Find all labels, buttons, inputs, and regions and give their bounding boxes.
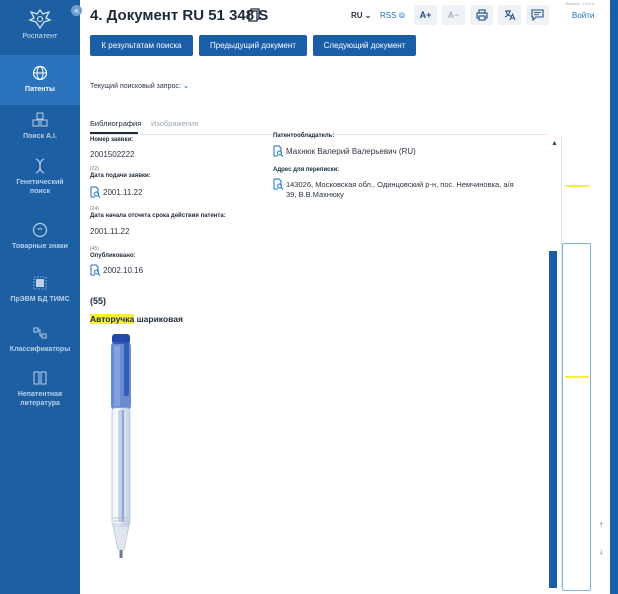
term-start-value: 2001.11.22 bbox=[90, 227, 130, 236]
comment-icon bbox=[531, 9, 544, 22]
sidebar-item-label: Классификаторы bbox=[9, 346, 71, 353]
print-button[interactable] bbox=[470, 5, 493, 25]
previous-document-button[interactable]: Предыдущий документ bbox=[199, 35, 307, 56]
patent-owner-value: Махнюк Валерий Валерьевич (RU) bbox=[286, 147, 416, 156]
font-increase-button[interactable]: A+ bbox=[414, 5, 437, 25]
filing-date-code: (22) bbox=[90, 166, 99, 172]
sidebar-item-ai-search[interactable]: Поиск A.I. bbox=[0, 112, 80, 141]
document-title: 4. Документ RU 51 348 S bbox=[90, 7, 269, 24]
current-query-toggle[interactable]: Текущий поисковый запрос: ⌄ bbox=[90, 81, 189, 90]
font-decrease-button[interactable]: A− bbox=[442, 5, 465, 25]
globe-icon bbox=[32, 65, 48, 81]
sidebar-item-software-db[interactable]: ПрЭВМ БД ТИМС bbox=[0, 275, 80, 304]
sidebar: Роспатент « Патенты Поиск A.I. Генетичес… bbox=[0, 0, 82, 594]
application-number-value: 2001502222 bbox=[90, 150, 135, 159]
svg-text:™: ™ bbox=[37, 227, 44, 235]
tab-images[interactable]: Изображения bbox=[151, 119, 198, 128]
logo-text: Роспатент bbox=[22, 33, 58, 40]
filing-date-value: 2001.11.22 bbox=[103, 188, 143, 197]
rss-icon: ⦾ bbox=[398, 11, 406, 20]
sidebar-item-label: Патенты bbox=[25, 86, 55, 93]
correspondence-address-label: Адрес для переписки: bbox=[273, 167, 340, 173]
publication-label: Опубликовано: bbox=[90, 253, 136, 259]
back-to-results-button[interactable]: К результатам поиска bbox=[90, 35, 193, 56]
section-55-code: (55) bbox=[90, 296, 107, 306]
login-link[interactable]: Войти bbox=[572, 11, 594, 20]
publication-date-value: 2002.10.16 bbox=[103, 266, 144, 275]
language-value: RU bbox=[351, 11, 363, 20]
sidebar-item-label: Генетический поиск bbox=[16, 179, 64, 195]
comment-button[interactable] bbox=[526, 5, 549, 25]
page-scrollbar[interactable] bbox=[610, 0, 618, 594]
sidebar-item-label: Товарные знаки bbox=[12, 243, 68, 250]
hierarchy-icon bbox=[33, 327, 47, 339]
sidebar-collapse-button[interactable]: « bbox=[71, 5, 82, 16]
filing-date-label: Дата подачи заявки: bbox=[90, 173, 151, 179]
chip-icon bbox=[33, 276, 47, 290]
design-title-rest: шариковая bbox=[134, 314, 183, 324]
current-query-label: Текущий поисковый запрос: bbox=[90, 83, 181, 90]
sidebar-item-label: Непатентная литература bbox=[17, 391, 63, 407]
correspondence-address-line2: 39, В.В.Махнюку bbox=[286, 190, 344, 199]
sidebar-item-classifiers[interactable]: Классификаторы bbox=[0, 325, 80, 354]
translate-button[interactable] bbox=[498, 5, 521, 25]
sidebar-item-non-patent-literature[interactable]: Непатентная литература bbox=[0, 370, 80, 408]
chevron-down-icon: ⌄ bbox=[182, 81, 190, 90]
sidebar-item-genetic-search[interactable]: Генетический поиск bbox=[0, 158, 80, 196]
content-scrollbar[interactable] bbox=[549, 251, 557, 588]
sidebar-item-patents[interactable]: Патенты bbox=[0, 55, 80, 105]
language-select[interactable]: RU ⌄ bbox=[351, 11, 372, 20]
application-number-label: Номер заявки: bbox=[90, 137, 134, 143]
design-title: Авторучка шариковая bbox=[90, 314, 183, 324]
scroll-to-bottom-icon[interactable]: ↓ bbox=[596, 547, 606, 557]
document-search-icon[interactable] bbox=[90, 264, 101, 276]
rss-link[interactable]: RSS ⦾ bbox=[380, 11, 405, 21]
sidebar-item-label: Поиск A.I. bbox=[23, 133, 57, 140]
chevron-down-icon: ⌄ bbox=[364, 11, 372, 20]
sidebar-item-label: ПрЭВМ БД ТИМС bbox=[10, 296, 70, 303]
rss-label: RSS bbox=[380, 11, 397, 20]
tab-bibliography[interactable]: Библиография bbox=[90, 119, 141, 128]
document-search-icon[interactable] bbox=[90, 186, 101, 198]
scroll-to-top-icon[interactable]: ↑ bbox=[596, 520, 606, 530]
print-icon bbox=[475, 9, 488, 21]
term-start-code: (24) bbox=[90, 206, 99, 212]
next-document-button[interactable]: Следующий документ bbox=[313, 35, 416, 56]
dna-icon bbox=[35, 158, 45, 174]
term-start-label: Дата начала отсчета срока действия патен… bbox=[90, 213, 226, 219]
ballpoint-pen-image[interactable] bbox=[104, 332, 144, 562]
minimap-highlight-marker[interactable] bbox=[565, 185, 589, 187]
patent-owner-label: Патентообладатель: bbox=[273, 133, 335, 139]
version-label: Версия: 1.0.0.0 bbox=[566, 1, 594, 6]
minimap-viewport[interactable] bbox=[562, 243, 591, 591]
books-icon bbox=[33, 371, 47, 385]
copy-icon[interactable] bbox=[248, 8, 260, 22]
translate-icon bbox=[504, 10, 515, 21]
design-title-highlight: Авторучка bbox=[90, 314, 135, 324]
publication-code: (45) bbox=[90, 246, 99, 252]
cubes-icon bbox=[32, 112, 48, 127]
scroll-up-arrow[interactable]: ▲ bbox=[551, 140, 558, 147]
document-search-icon[interactable] bbox=[273, 178, 284, 190]
correspondence-address-line1: 143026, Московская обл., Одинцовский р-н… bbox=[286, 180, 514, 189]
trademark-icon: ™ bbox=[32, 222, 48, 238]
eagle-logo-icon bbox=[28, 8, 52, 30]
rospatent-logo[interactable]: Роспатент bbox=[0, 0, 80, 52]
sidebar-item-trademarks[interactable]: ™ Товарные знаки bbox=[0, 222, 80, 251]
document-search-icon[interactable] bbox=[273, 145, 284, 157]
